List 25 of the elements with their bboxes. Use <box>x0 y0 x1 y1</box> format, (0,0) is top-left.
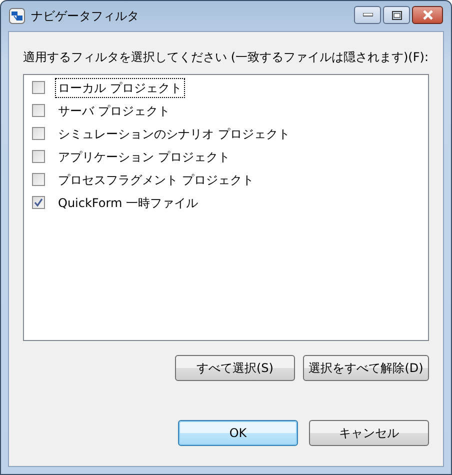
checkbox[interactable] <box>32 196 45 209</box>
select-all-button[interactable]: すべて選択(S) <box>175 355 295 381</box>
checkbox[interactable] <box>32 104 45 117</box>
ok-button[interactable]: OK <box>178 420 298 446</box>
filter-label[interactable]: サーバ プロジェクト <box>55 100 173 120</box>
filter-label[interactable]: プロセスフラグメント プロジェクト <box>55 170 257 190</box>
minimize-button[interactable] <box>354 6 381 24</box>
maximize-icon <box>392 10 402 20</box>
window-title: ナビゲータフィルタ <box>31 8 139 25</box>
close-button[interactable] <box>412 6 443 24</box>
cancel-button[interactable]: キャンセル <box>309 420 429 446</box>
checkbox[interactable] <box>32 150 45 163</box>
filter-label[interactable]: シミュレーションのシナリオ プロジェクト <box>55 124 293 144</box>
checkbox[interactable] <box>32 173 45 186</box>
close-icon <box>422 10 434 20</box>
app-icon <box>9 8 25 24</box>
filter-label[interactable]: アプリケーション プロジェクト <box>55 146 233 166</box>
maximize-button[interactable] <box>383 6 410 24</box>
deselect-all-button[interactable]: 選択をすべて解除(D) <box>303 355 429 381</box>
filter-label[interactable]: QuickForm 一時ファイル <box>55 192 201 212</box>
filter-prompt: 適用するフィルタを選択してください (一致するファイルは隠されます)(F): <box>23 49 429 66</box>
filter-label[interactable]: ローカル プロジェクト <box>55 78 185 98</box>
minimize-icon <box>362 13 372 17</box>
checkbox[interactable] <box>32 81 45 94</box>
checkbox[interactable] <box>32 127 45 140</box>
